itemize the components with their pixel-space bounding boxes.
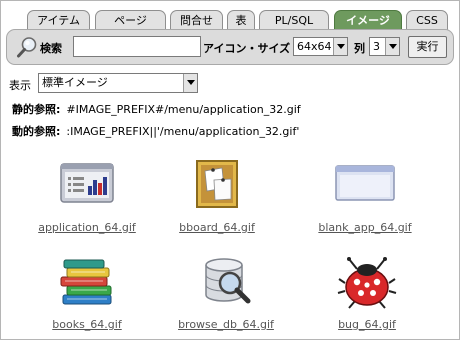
image-cell-books[interactable]: books_64.gif <box>22 255 152 335</box>
tab-css[interactable]: CSS <box>406 10 448 30</box>
books-icon <box>60 259 112 305</box>
chevron-down-icon <box>183 74 197 92</box>
image-name[interactable]: browse_db_64.gif <box>161 318 291 331</box>
icon-size-select[interactable]: 64x64 <box>293 37 348 56</box>
display-value: 標準イメージ <box>42 76 108 89</box>
static-reference: 静的参照: #IMAGE_PREFIX#/menu/application_32.… <box>12 101 301 117</box>
tab-bar: アイテム ページ 問合せ 表 PL/SQL イメージ CSS <box>13 10 453 30</box>
icon-size-value: 64x64 <box>297 40 332 53</box>
image-name[interactable]: application_64.gif <box>22 221 152 234</box>
columns-label: 列 <box>354 42 365 55</box>
dynamic-reference-label: 動的参照: <box>12 125 61 138</box>
image-cell-browse-db[interactable]: browse_db_64.gif <box>161 255 291 335</box>
chevron-down-icon <box>333 38 347 55</box>
search-input[interactable] <box>73 36 201 57</box>
bug-icon <box>337 257 397 309</box>
image-name[interactable]: bug_64.gif <box>302 318 432 331</box>
icon-size-label: アイコン・サイズ <box>203 42 291 55</box>
browse-db-icon <box>205 258 251 304</box>
tab-tables[interactable]: 表 <box>227 10 255 30</box>
search-icon <box>17 37 37 58</box>
tab-images[interactable]: イメージ <box>334 10 402 30</box>
blank-app-icon <box>335 165 395 201</box>
tab-plsql[interactable]: PL/SQL <box>259 10 329 30</box>
search-label: 検索 <box>40 42 62 55</box>
image-name[interactable]: books_64.gif <box>22 318 152 331</box>
dynamic-reference-value: :IMAGE_PREFIX||'/menu/application_32.gif… <box>66 125 300 138</box>
image-picker-frame: アイテム ページ 問合せ 表 PL/SQL イメージ CSS 検索 アイコン・サ… <box>0 0 460 340</box>
display-select[interactable]: 標準イメージ <box>38 73 198 93</box>
image-name[interactable]: blank_app_64.gif <box>300 221 430 234</box>
image-cell-application[interactable]: application_64.gif <box>22 158 152 238</box>
tab-queries[interactable]: 問合せ <box>170 10 223 30</box>
image-cell-blank-app[interactable]: blank_app_64.gif <box>300 158 430 238</box>
columns-select[interactable]: 3 <box>369 37 400 56</box>
tab-pages[interactable]: ページ <box>95 10 166 30</box>
chevron-down-icon <box>385 38 399 55</box>
bulletin-board-icon <box>196 160 238 208</box>
go-button[interactable]: 実行 <box>408 36 447 58</box>
search-toolbar: 検索 アイコン・サイズ 64x64 列 3 実行 <box>6 29 454 65</box>
display-label: 表示 <box>9 79 31 92</box>
static-reference-value: #IMAGE_PREFIX#/menu/application_32.gif <box>66 103 301 116</box>
columns-value: 3 <box>373 40 380 53</box>
tab-items[interactable]: アイテム <box>27 10 90 30</box>
dynamic-reference: 動的参照: :IMAGE_PREFIX||'/menu/application_3… <box>12 123 299 139</box>
image-name[interactable]: bboard_64.gif <box>152 221 282 234</box>
image-cell-bug[interactable]: bug_64.gif <box>302 255 432 335</box>
static-reference-label: 静的参照: <box>12 103 61 116</box>
application-icon <box>60 163 114 203</box>
image-cell-bboard[interactable]: bboard_64.gif <box>152 158 282 238</box>
